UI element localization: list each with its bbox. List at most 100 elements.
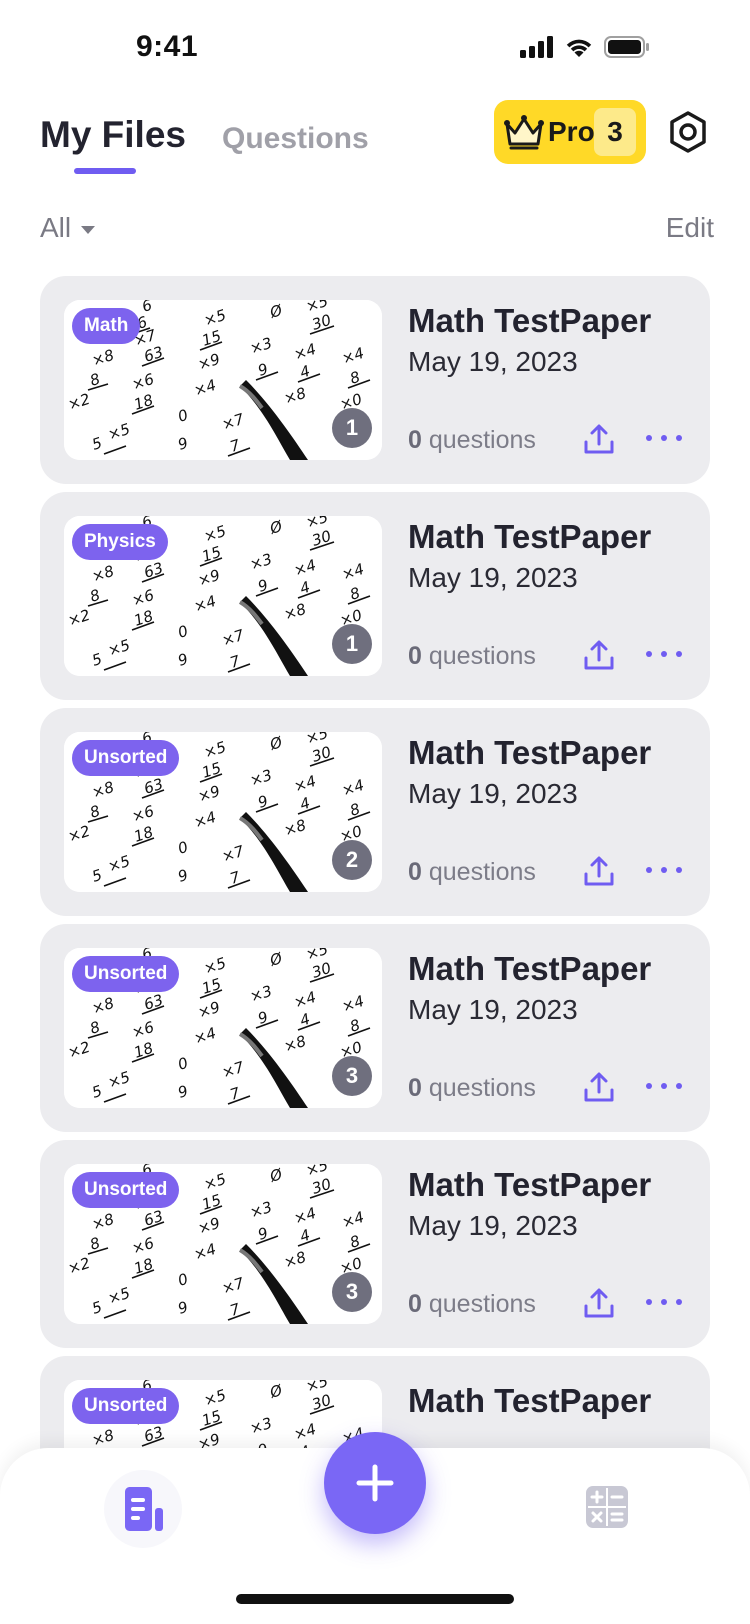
file-card[interactable]: Physics 1 Math TestPaper May 19, 2023 0 … <box>40 492 710 700</box>
file-title: Math TestPaper <box>408 518 652 555</box>
file-thumbnail: Unsorted 3 <box>64 948 382 1108</box>
calculator-icon <box>586 1486 628 1528</box>
more-dot-icon <box>676 1299 682 1305</box>
share-icon <box>584 1072 614 1102</box>
plus-icon <box>356 1464 394 1502</box>
file-list: Math 1 Math TestPaper May 19, 2023 0 que… <box>40 276 710 1456</box>
filter-row: All Edit <box>0 208 750 252</box>
file-thumbnail: Math 1 <box>64 300 382 460</box>
edit-button[interactable]: Edit <box>666 212 714 244</box>
pro-badge[interactable]: Pro 3 <box>494 100 646 164</box>
pro-label: Pro <box>548 116 595 147</box>
more-options-button[interactable] <box>644 858 684 882</box>
file-date: May 19, 2023 <box>408 346 578 377</box>
nav-files-button[interactable] <box>104 1470 182 1548</box>
share-icon <box>584 856 614 886</box>
file-title: Math TestPaper <box>408 302 652 339</box>
question-count-label: questions <box>428 1074 536 1102</box>
question-count-label: questions <box>428 426 536 454</box>
file-title: Math TestPaper <box>408 1166 652 1203</box>
page-count-badge: 1 <box>332 624 372 664</box>
question-count-number: 0 <box>408 426 422 454</box>
pro-count: 3 <box>594 108 636 156</box>
battery-icon <box>604 36 649 58</box>
header: My Files Questions Pro 3 <box>0 100 750 180</box>
category-tag: Unsorted <box>72 740 180 776</box>
filter-dropdown[interactable]: All <box>40 212 96 244</box>
question-count-label: questions <box>428 858 536 886</box>
document-icon <box>125 1487 163 1531</box>
file-title: Math TestPaper <box>408 1382 652 1419</box>
page-count-badge: 3 <box>332 1272 372 1312</box>
file-date: May 19, 2023 <box>408 778 578 809</box>
category-tag: Physics <box>72 524 168 560</box>
page-count-badge: 3 <box>332 1056 372 1096</box>
status-icons <box>520 36 650 58</box>
category-tag: Unsorted <box>72 1388 180 1424</box>
share-button[interactable] <box>580 852 618 890</box>
question-count-label: questions <box>428 642 536 670</box>
question-count-number: 0 <box>408 1290 422 1318</box>
status-time: 9:41 <box>136 30 199 63</box>
more-options-button[interactable] <box>644 1074 684 1098</box>
home-indicator <box>236 1594 514 1604</box>
category-tag: Unsorted <box>72 1172 180 1208</box>
filter-label: All <box>40 212 72 243</box>
file-thumbnail: Physics 1 <box>64 516 382 676</box>
more-dot-icon <box>661 435 667 441</box>
file-date: May 19, 2023 <box>408 1210 578 1241</box>
question-count-number: 0 <box>408 1074 422 1102</box>
nav-calculator-button[interactable] <box>584 1484 630 1530</box>
share-button[interactable] <box>580 1068 618 1106</box>
share-button[interactable] <box>580 636 618 674</box>
question-count: 0 questions <box>408 1290 536 1319</box>
question-count: 0 questions <box>408 1074 536 1103</box>
share-icon <box>584 1288 614 1318</box>
share-button[interactable] <box>580 1284 618 1322</box>
more-dot-icon <box>676 867 682 873</box>
more-dot-icon <box>661 867 667 873</box>
more-dot-icon <box>676 651 682 657</box>
caret-down-icon <box>81 226 96 234</box>
question-count: 0 questions <box>408 426 536 455</box>
question-count: 0 questions <box>408 858 536 887</box>
file-card[interactable]: Unsorted 2 Math TestPaper May 19, 2023 0… <box>40 708 710 916</box>
page-count-badge: 1 <box>332 408 372 448</box>
file-title: Math TestPaper <box>408 950 652 987</box>
active-tab-indicator <box>74 168 136 174</box>
more-options-button[interactable] <box>644 426 684 450</box>
file-title: Math TestPaper <box>408 734 652 771</box>
share-icon <box>584 424 614 454</box>
file-thumbnail: Unsorted 3 <box>64 1164 382 1324</box>
file-card[interactable]: Math 1 Math TestPaper May 19, 2023 0 que… <box>40 276 710 484</box>
more-dot-icon <box>676 1083 682 1089</box>
add-file-button[interactable] <box>324 1432 426 1534</box>
more-dot-icon <box>646 867 652 873</box>
settings-button[interactable] <box>664 106 712 158</box>
tab-my-files[interactable]: My Files <box>40 114 186 156</box>
more-dot-icon <box>676 435 682 441</box>
question-count-number: 0 <box>408 858 422 886</box>
more-options-button[interactable] <box>644 1290 684 1314</box>
more-dot-icon <box>646 1083 652 1089</box>
wifi-icon <box>566 39 592 57</box>
more-dot-icon <box>661 651 667 657</box>
share-icon <box>584 640 614 670</box>
more-dot-icon <box>646 1299 652 1305</box>
page-count-badge: 2 <box>332 840 372 880</box>
tab-questions[interactable]: Questions <box>222 122 369 156</box>
signal-icon <box>520 36 553 58</box>
settings-icon <box>670 111 706 153</box>
file-thumbnail: Unsorted <box>64 1380 382 1456</box>
more-dot-icon <box>646 651 652 657</box>
file-card[interactable]: Unsorted 3 Math TestPaper May 19, 2023 0… <box>40 1140 710 1348</box>
question-count-label: questions <box>428 1290 536 1318</box>
status-bar: 9:41 <box>0 0 750 96</box>
crown-icon <box>504 115 544 150</box>
question-count: 0 questions <box>408 642 536 671</box>
file-card[interactable]: Unsorted 3 Math TestPaper May 19, 2023 0… <box>40 924 710 1132</box>
more-options-button[interactable] <box>644 642 684 666</box>
share-button[interactable] <box>580 420 618 458</box>
category-tag: Math <box>72 308 141 344</box>
question-count-number: 0 <box>408 642 422 670</box>
